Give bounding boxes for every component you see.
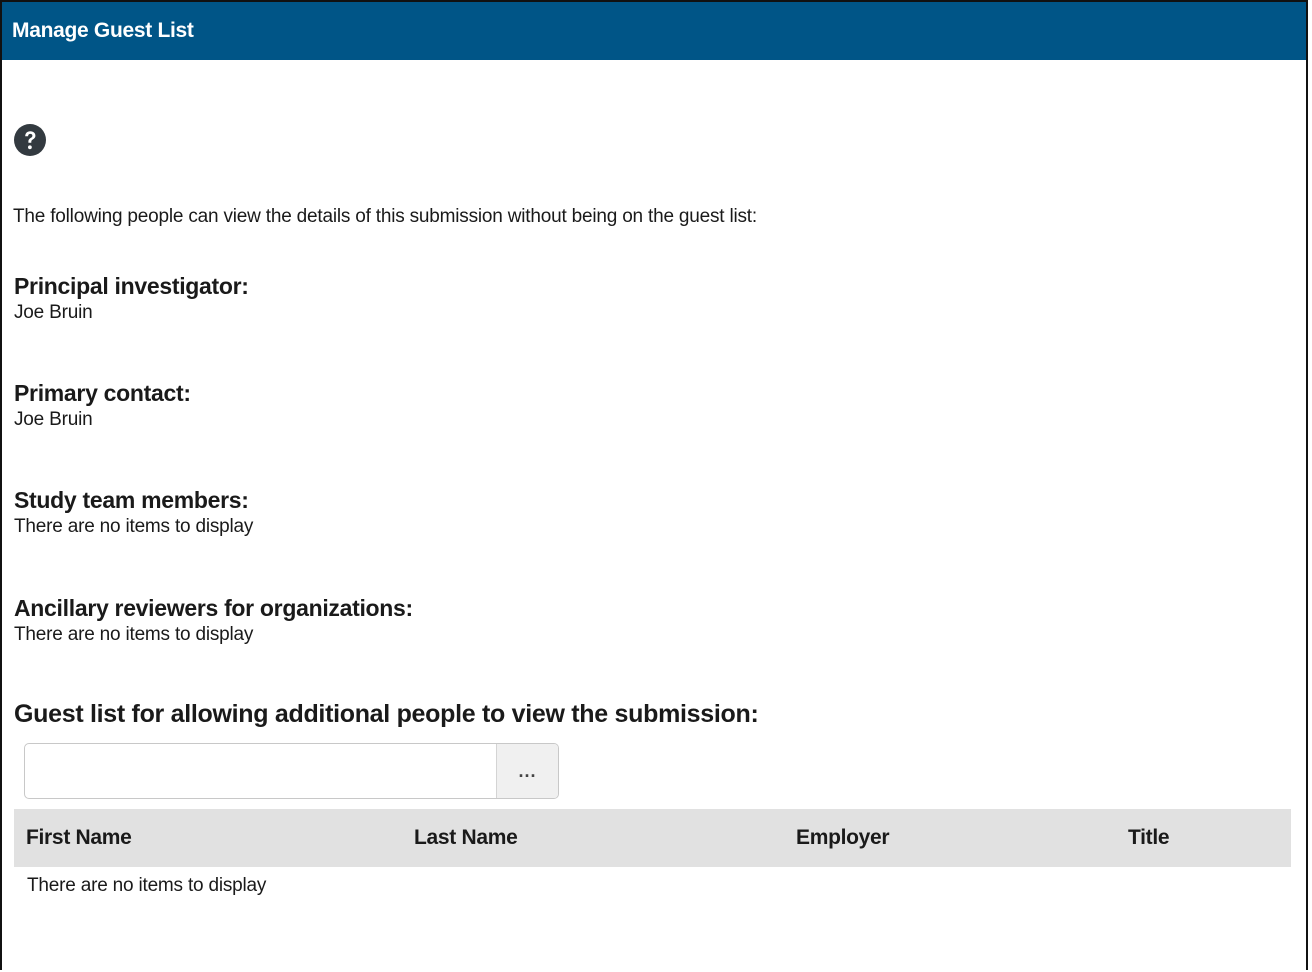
column-header-title[interactable]: Title <box>1128 809 1170 867</box>
column-header-last-name[interactable]: Last Name <box>414 809 518 867</box>
question-circle-icon[interactable] <box>13 123 47 157</box>
column-header-employer[interactable]: Employer <box>796 809 890 867</box>
dialog-title: Manage Guest List <box>2 2 1306 60</box>
primary-contact-section: Primary contact: Joe Bruin <box>14 379 191 433</box>
principal-investigator-section: Principal investigator: Joe Bruin <box>14 272 249 326</box>
study-team-members-empty: There are no items to display <box>14 516 254 537</box>
study-team-members-section: Study team members: There are no items t… <box>14 486 253 540</box>
browse-button[interactable]: ... <box>496 744 558 798</box>
table-empty-message: There are no items to display <box>27 875 267 896</box>
study-team-members-label: Study team members: <box>14 487 249 513</box>
manage-guest-list-dialog: Manage Guest List The following people c… <box>0 0 1308 970</box>
table-header: First Name Last Name Employer Title <box>14 809 1291 867</box>
guest-search-box: ... <box>24 743 559 799</box>
guest-search-input[interactable] <box>25 744 496 798</box>
guest-list-title: Guest list for allowing additional peopl… <box>14 700 759 728</box>
primary-contact-label: Primary contact: <box>14 380 191 406</box>
principal-investigator-label: Principal investigator: <box>14 273 249 299</box>
primary-contact-value: Joe Bruin <box>14 409 93 430</box>
principal-investigator-value: Joe Bruin <box>14 302 93 323</box>
ancillary-reviewers-label: Ancillary reviewers for organizations: <box>14 595 413 621</box>
guest-list-table: First Name Last Name Employer Title Ther… <box>14 809 1291 905</box>
ancillary-reviewers-empty: There are no items to display <box>14 624 254 645</box>
intro-text: The following people can view the detail… <box>13 206 757 227</box>
ancillary-reviewers-section: Ancillary reviewers for organizations: T… <box>14 594 413 648</box>
column-header-first-name[interactable]: First Name <box>26 809 132 867</box>
